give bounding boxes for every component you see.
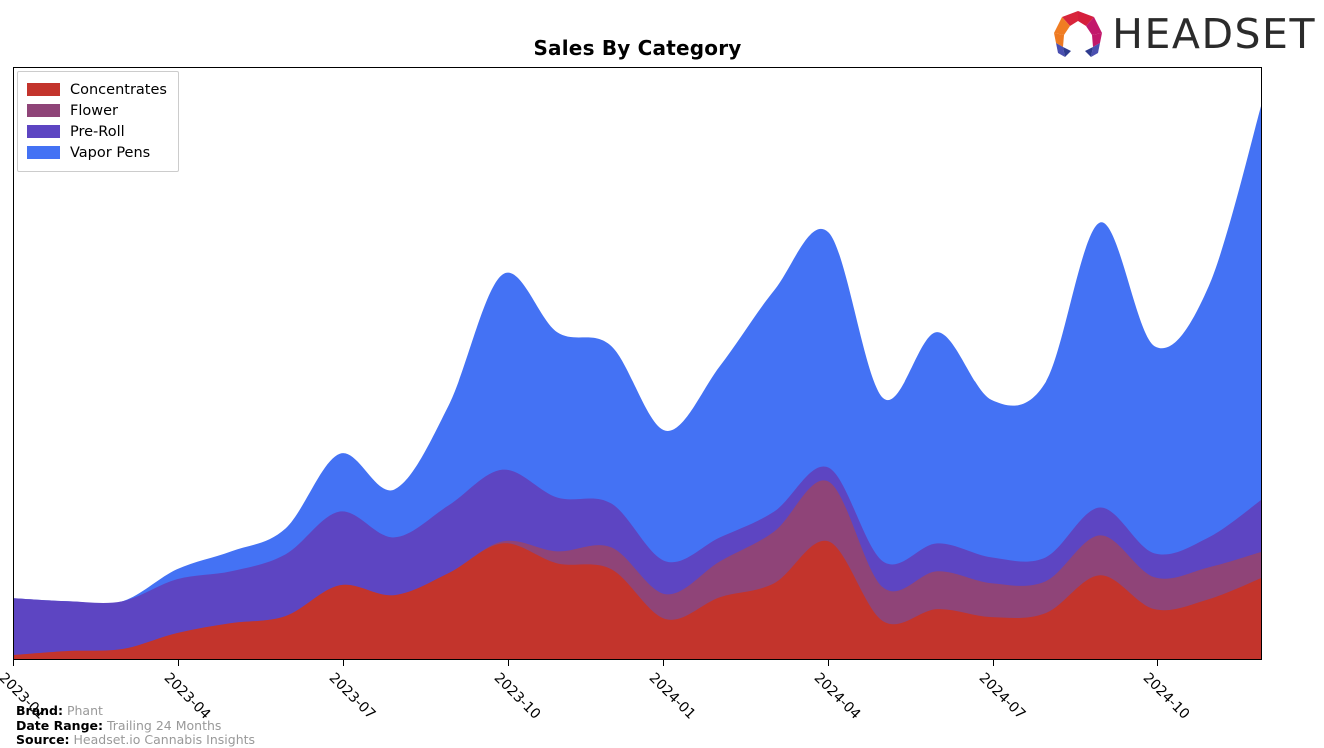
headset-arch-logo-icon <box>1054 11 1103 57</box>
legend-item-concentrates[interactable]: Concentrates <box>27 79 167 100</box>
legend-label-flower: Flower <box>70 102 118 119</box>
legend-label-concentrates: Concentrates <box>70 81 167 98</box>
headset-logo: HEADSET <box>1050 8 1316 60</box>
headset-logo-text: HEADSET <box>1112 9 1316 58</box>
legend-item-flower[interactable]: Flower <box>27 100 167 121</box>
x-axis-label-2024-04: 2024-04 <box>810 670 864 723</box>
legend-swatch-vapor-pens <box>27 146 60 159</box>
chart-legend: Concentrates Flower Pre-Roll Vapor Pens <box>17 71 179 172</box>
x-axis-tick-mark <box>508 660 509 666</box>
chart-footer: Brand: Phant Date Range: Trailing 24 Mon… <box>16 703 256 748</box>
footer-key-brand: Brand: <box>16 703 63 718</box>
footer-row-source: Source: Headset.io Cannabis Insights <box>16 732 256 748</box>
footer-value-brand: Phant <box>66 703 103 718</box>
stacked-area-chart <box>14 106 1261 659</box>
x-axis-label-2023-07: 2023-07 <box>325 670 379 723</box>
legend-swatch-flower <box>27 104 60 117</box>
footer-row-date-range: Date Range: Trailing 24 Months <box>16 717 255 734</box>
footer-key-source: Source: <box>16 732 70 747</box>
area-series-group <box>14 106 1261 659</box>
x-axis-label-2024-10: 2024-10 <box>1139 670 1193 723</box>
legend-label-pre-roll: Pre-Roll <box>70 123 125 140</box>
x-axis-label-2024-07: 2024-07 <box>975 670 1029 723</box>
x-axis-tick-mark <box>13 660 14 666</box>
x-axis-label-2024-01: 2024-01 <box>645 670 699 723</box>
x-axis-tick-mark <box>993 660 994 666</box>
x-axis-tick-mark <box>343 660 344 666</box>
x-axis-tick-mark <box>178 660 179 666</box>
x-axis-tick-mark <box>1157 660 1158 666</box>
x-axis-tick-mark <box>663 660 664 666</box>
chart-plot-area <box>13 67 1262 660</box>
footer-value-date-range: Trailing 24 Months <box>106 717 222 733</box>
legend-label-vapor-pens: Vapor Pens <box>70 144 151 161</box>
footer-row-brand: Brand: Phant <box>16 703 255 719</box>
footer-value-source: Headset.io Cannabis Insights <box>73 732 256 747</box>
legend-swatch-pre-roll <box>27 125 60 138</box>
legend-swatch-concentrates <box>27 83 60 96</box>
legend-item-vapor-pens[interactable]: Vapor Pens <box>27 142 167 163</box>
x-axis-tick-mark <box>828 660 829 666</box>
x-axis-label-2023-10: 2023-10 <box>490 670 544 723</box>
legend-item-pre-roll[interactable]: Pre-Roll <box>27 121 167 142</box>
footer-key-date-range: Date Range: <box>16 717 103 733</box>
